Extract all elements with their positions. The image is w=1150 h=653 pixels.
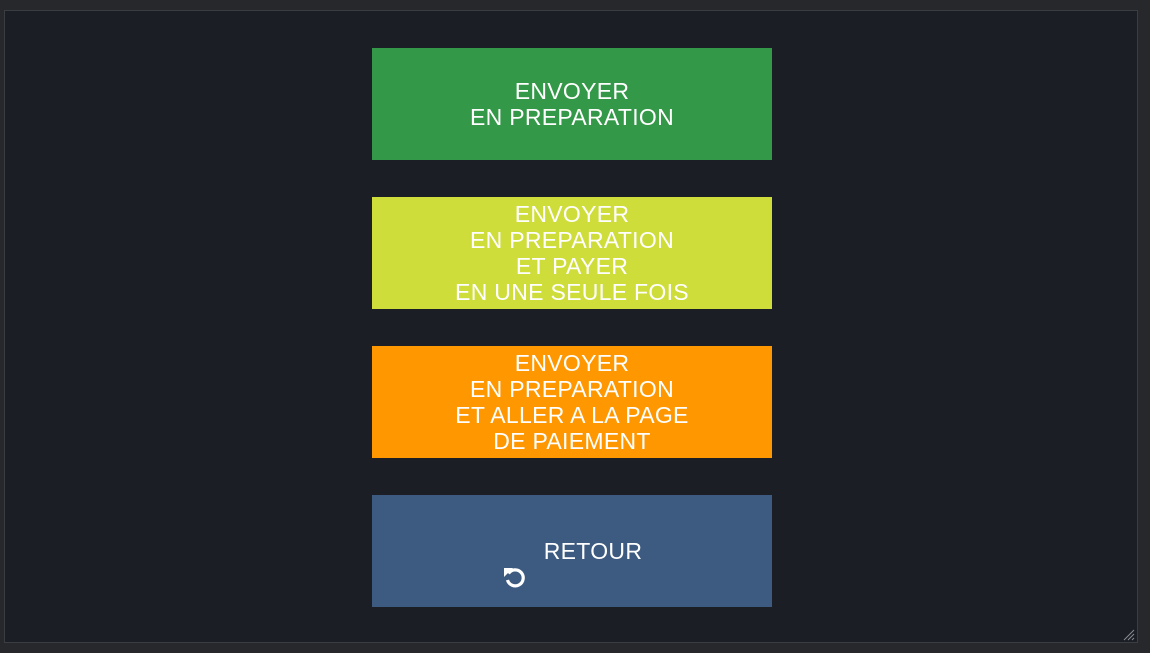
send-prep-pay-once-label: ENVOYER EN PREPARATION ET PAYER EN UNE S…: [455, 201, 689, 305]
back-button[interactable]: RETOUR: [372, 495, 772, 607]
resize-grip-icon[interactable]: [1123, 628, 1135, 641]
send-prep-payment-page-label: ENVOYER EN PREPARATION ET ALLER A LA PAG…: [455, 350, 689, 454]
action-dialog: ENVOYER EN PREPARATION ENVOYER EN PREPAR…: [4, 10, 1138, 643]
send-prep-payment-page-button[interactable]: ENVOYER EN PREPARATION ET ALLER A LA PAG…: [372, 346, 772, 458]
send-prep-pay-once-button[interactable]: ENVOYER EN PREPARATION ET PAYER EN UNE S…: [372, 197, 772, 309]
back-label: RETOUR: [543, 538, 643, 564]
send-to-preparation-button[interactable]: ENVOYER EN PREPARATION: [372, 48, 772, 160]
undo-icon: [502, 538, 528, 588]
send-to-preparation-label: ENVOYER EN PREPARATION: [470, 78, 674, 130]
